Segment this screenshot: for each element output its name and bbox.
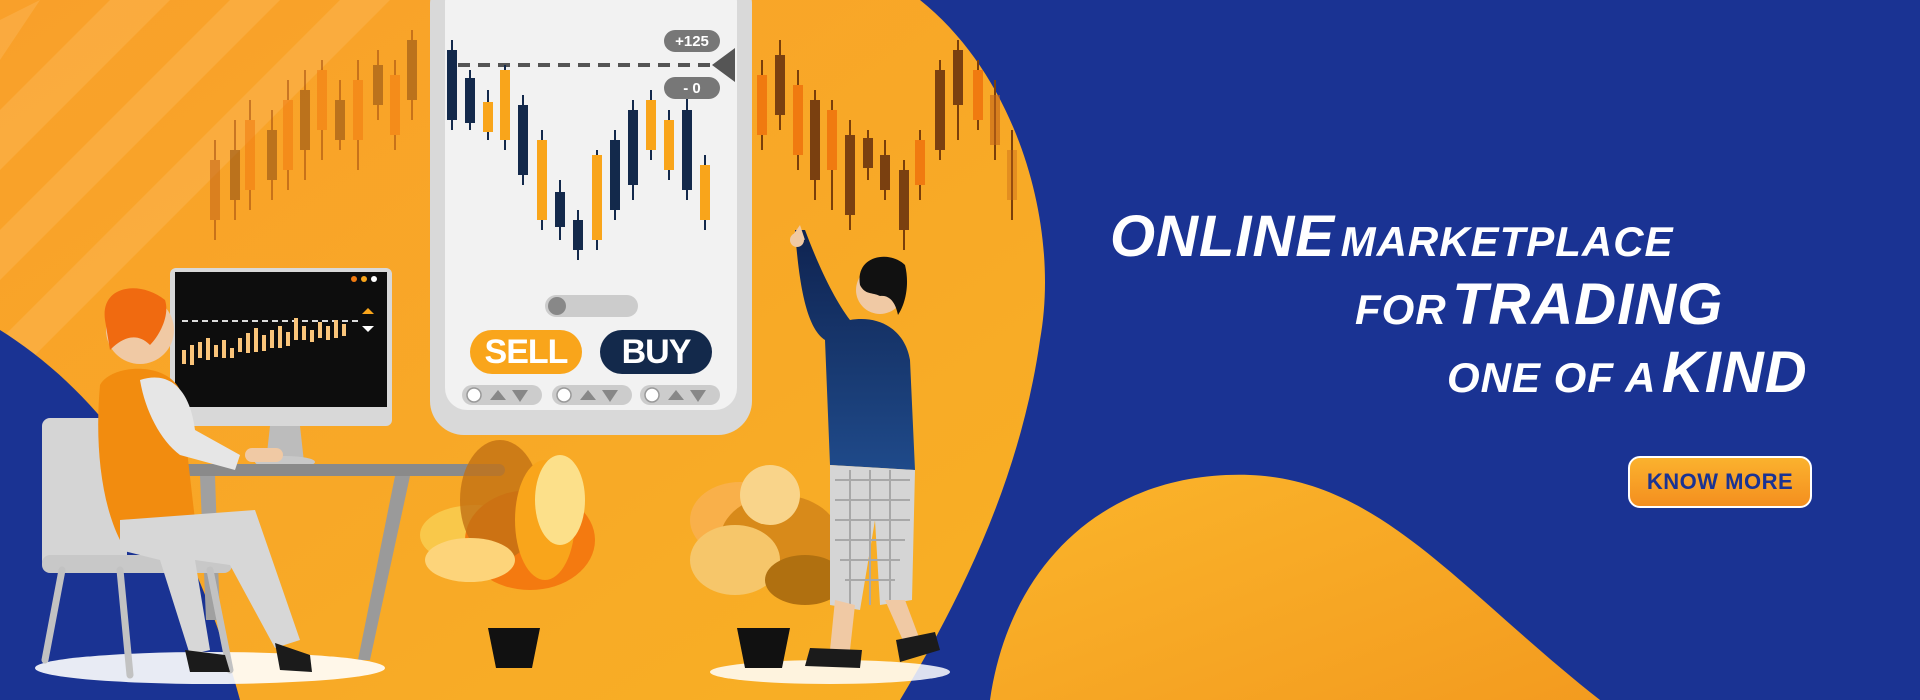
headline-trading: TRADING: [1452, 272, 1724, 337]
hero-banner: +125 - 0 SELL BUY ONLINE MARKETPLACE FOR…: [0, 0, 1920, 700]
headline-online: ONLINE: [1110, 204, 1336, 269]
headline-kind: KIND: [1661, 340, 1808, 405]
price-down-tag: - 0: [664, 77, 720, 99]
headline-for: FOR: [1355, 286, 1447, 333]
sell-button[interactable]: SELL: [470, 330, 582, 374]
headline-line-2: FOR TRADING: [1355, 276, 1723, 334]
price-up-tag: +125: [664, 30, 720, 52]
headline-line-1: ONLINE MARKETPLACE: [1110, 208, 1674, 266]
headline-line-3: ONE OF A KIND: [1447, 344, 1808, 402]
buy-button[interactable]: BUY: [600, 330, 712, 374]
headline-marketplace: MARKETPLACE: [1340, 218, 1674, 265]
know-more-button[interactable]: KNOW MORE: [1628, 456, 1812, 508]
headline-one-of-a: ONE OF A: [1447, 354, 1657, 401]
